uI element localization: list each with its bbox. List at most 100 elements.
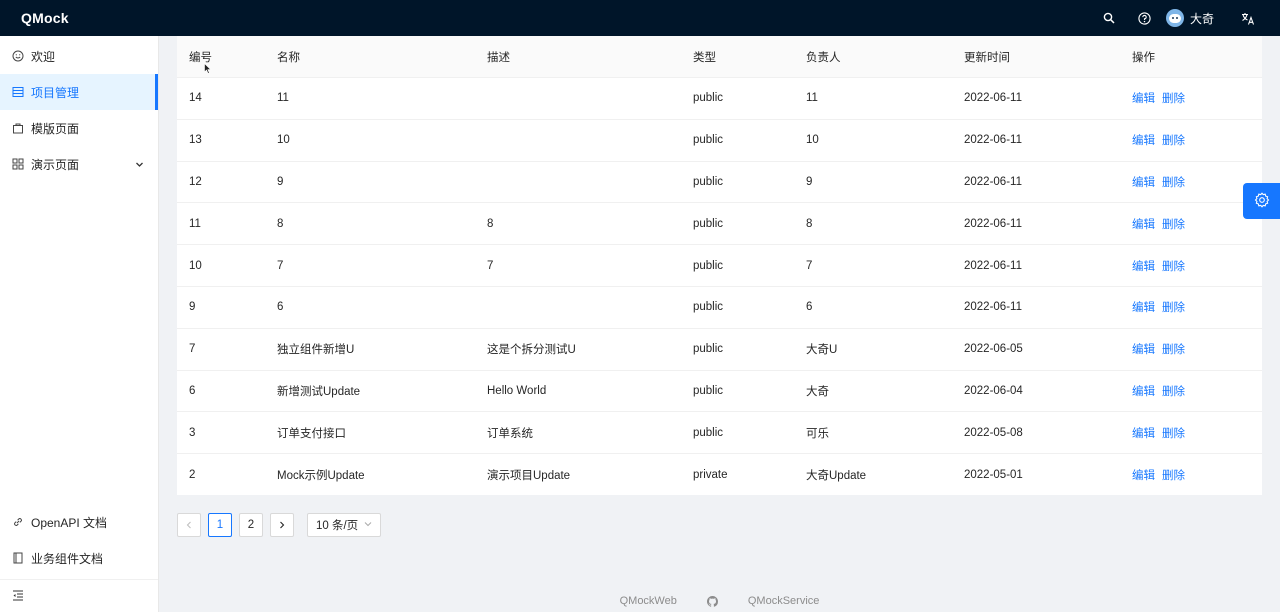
cell-type: public — [693, 259, 724, 272]
sidebar-item-demo-page[interactable]: 演示页面 — [0, 146, 158, 182]
cell-id: 14 — [189, 92, 202, 105]
sidebar-item-component-docs[interactable]: 业务组件文档 — [0, 540, 158, 576]
table-row: 6 新增测试Update Hello World public 大奇 2022-06-04… — [177, 371, 1262, 413]
cell-type: public — [693, 301, 724, 314]
sidebar-item-label: 欢迎 — [31, 49, 56, 64]
edit-link[interactable]: 编辑 — [1132, 467, 1155, 483]
cell-owner: 9 — [806, 175, 813, 188]
sidebar-item-label: 模版页面 — [31, 121, 80, 136]
page-2-button[interactable]: 2 — [239, 513, 263, 537]
sidebar: 欢迎 项目管理 模版页面 演示页面 OpenAPI 文档 业务组件文档 — [0, 36, 159, 612]
cell-owner: 大奇Update — [806, 470, 867, 483]
table-row: 2 Mock示例Update 演示项目Update private 大奇Update 20… — [177, 454, 1262, 496]
footer: QMockWeb QMockService — [159, 592, 1280, 610]
edit-link[interactable]: 编辑 — [1132, 216, 1155, 232]
gear-icon — [1254, 191, 1270, 211]
table-row: 12 9 public 9 2022-06-11 编辑 删除 — [177, 162, 1262, 204]
sidebar-item-project-management[interactable]: 项目管理 — [0, 74, 158, 110]
cell-updated: 2022-06-05 — [964, 343, 1023, 356]
edit-link[interactable]: 编辑 — [1132, 425, 1155, 441]
cell-actions: 编辑 删除 — [1132, 120, 1192, 161]
delete-link[interactable]: 删除 — [1162, 216, 1185, 232]
edit-link[interactable]: 编辑 — [1132, 341, 1155, 357]
column-header-actions: 操作 — [1132, 51, 1155, 64]
cell-id: 12 — [189, 175, 202, 188]
cell-id: 13 — [189, 134, 202, 147]
cell-owner: 8 — [806, 217, 813, 230]
menu-fold-icon — [12, 589, 24, 604]
chevron-down-icon — [364, 519, 372, 531]
cell-updated: 2022-06-04 — [964, 384, 1023, 397]
cell-description: 8 — [487, 217, 494, 230]
delete-link[interactable]: 删除 — [1162, 132, 1185, 148]
cell-updated: 2022-06-11 — [964, 134, 1022, 147]
page-size-value: 10 条/页 — [316, 520, 359, 532]
column-header-description[interactable]: 描述 — [487, 36, 510, 77]
edit-link[interactable]: 编辑 — [1132, 132, 1155, 148]
cell-description: Hello World — [487, 384, 547, 397]
header-actions: 大奇 — [1091, 0, 1280, 36]
sidebar-item-openapi-docs[interactable]: OpenAPI 文档 — [0, 504, 158, 540]
edit-link[interactable]: 编辑 — [1132, 174, 1155, 190]
cell-name: 9 — [277, 175, 284, 188]
edit-link[interactable]: 编辑 — [1132, 90, 1155, 106]
cell-type: public — [693, 92, 724, 105]
cell-updated: 2022-06-11 — [964, 301, 1022, 314]
user-menu[interactable]: 大奇 — [1165, 9, 1214, 27]
mouse-cursor-icon — [204, 62, 212, 78]
cell-description: 7 — [487, 259, 494, 272]
column-header-name[interactable]: 名称 — [277, 36, 300, 77]
cell-description: 演示项目Update — [487, 470, 571, 483]
cell-name: Mock示例Update — [277, 470, 365, 483]
column-header-owner[interactable]: 负责人 — [806, 36, 841, 77]
table-row: 14 11 public 11 2022-06-11 编辑 删除 — [177, 78, 1262, 120]
settings-button[interactable] — [1243, 183, 1280, 219]
cell-updated: 2022-06-11 — [964, 259, 1022, 272]
user-name: 大奇 — [1189, 11, 1214, 26]
search-icon[interactable] — [1091, 0, 1127, 36]
prev-page-button[interactable] — [177, 513, 201, 537]
column-header-type[interactable]: 类型 — [693, 36, 716, 77]
delete-link[interactable]: 删除 — [1162, 383, 1185, 399]
edit-link[interactable]: 编辑 — [1132, 299, 1155, 315]
column-header-updated[interactable]: 更新时间 — [964, 36, 1010, 77]
delete-link[interactable]: 删除 — [1162, 299, 1185, 315]
chevron-down-icon — [135, 158, 144, 172]
delete-link[interactable]: 删除 — [1162, 467, 1185, 483]
next-page-button[interactable] — [270, 513, 294, 537]
table-header: 编号 名称 描述 类型 负责人 更新时间 操作 — [177, 36, 1262, 78]
sidebar-item-welcome[interactable]: 欢迎 — [0, 38, 158, 74]
avatar — [1165, 9, 1184, 27]
edit-link[interactable]: 编辑 — [1132, 383, 1155, 399]
cell-updated: 2022-06-11 — [964, 217, 1022, 230]
cell-type: private — [693, 469, 728, 482]
smile-icon — [12, 50, 24, 62]
table-body: 14 11 public 11 2022-06-11 编辑 删除 13 10 public 10 20… — [177, 78, 1262, 496]
page-1-button[interactable]: 1 — [208, 513, 232, 537]
cell-actions: 编辑 删除 — [1132, 245, 1192, 286]
page-size-select[interactable]: 10 条/页 — [307, 513, 382, 537]
cell-type: public — [693, 343, 724, 356]
delete-link[interactable]: 删除 — [1162, 90, 1185, 106]
cell-owner: 6 — [806, 301, 813, 314]
help-icon[interactable] — [1127, 0, 1163, 36]
link-icon — [12, 516, 24, 528]
delete-link[interactable]: 删除 — [1162, 258, 1185, 274]
collapse-sidebar-button[interactable] — [0, 579, 158, 612]
cell-type: public — [693, 426, 724, 439]
delete-link[interactable]: 删除 — [1162, 341, 1185, 357]
cell-type: public — [693, 175, 724, 188]
delete-link[interactable]: 删除 — [1162, 425, 1185, 441]
cell-id: 7 — [189, 343, 196, 356]
cell-owner: 11 — [806, 92, 818, 105]
sidebar-item-template-page[interactable]: 模版页面 — [0, 110, 158, 146]
translate-icon[interactable] — [1230, 0, 1266, 36]
cell-name: 独立组件新增U — [277, 344, 355, 357]
footer-link-qmockservice[interactable]: QMockService — [748, 595, 820, 607]
github-icon[interactable] — [706, 595, 718, 607]
app-logo[interactable]: QMock — [21, 10, 69, 26]
book-icon — [12, 552, 24, 564]
delete-link[interactable]: 删除 — [1162, 174, 1185, 190]
footer-link-qmockweb[interactable]: QMockWeb — [620, 595, 677, 607]
edit-link[interactable]: 编辑 — [1132, 258, 1155, 274]
